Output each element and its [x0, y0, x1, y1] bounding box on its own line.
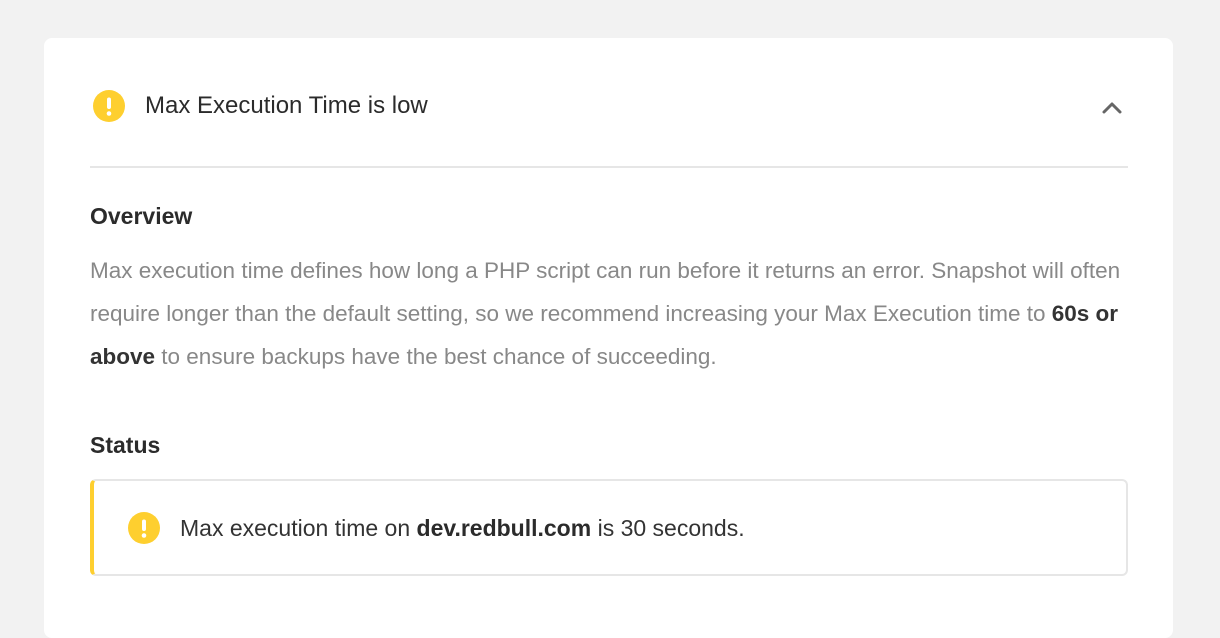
card-title: Max Execution Time is low — [145, 92, 428, 119]
warning-icon — [128, 512, 160, 544]
notice-text-end: is 30 seconds. — [591, 515, 745, 541]
overview-heading: Overview — [90, 203, 193, 229]
status-notice-text: Max execution time on dev.redbull.com is… — [180, 512, 745, 544]
notice-domain: dev.redbull.com — [416, 515, 592, 541]
security-check-card: Max Execution Time is low Overview Max e… — [44, 38, 1173, 638]
overview-text-start: Max execution time defines how long a PH… — [90, 258, 1121, 326]
notice-text-start: Max execution time on — [180, 515, 417, 541]
status-heading: Status — [90, 432, 161, 458]
status-notice: Max execution time on dev.redbull.com is… — [90, 479, 1128, 576]
card-header[interactable]: Max Execution Time is low — [90, 38, 1128, 168]
chevron-up-icon[interactable] — [1096, 92, 1128, 124]
overview-text-end: to ensure backups have the best chance o… — [155, 344, 717, 369]
overview-description: Max execution time defines how long a PH… — [90, 249, 1130, 378]
warning-icon — [93, 90, 125, 122]
